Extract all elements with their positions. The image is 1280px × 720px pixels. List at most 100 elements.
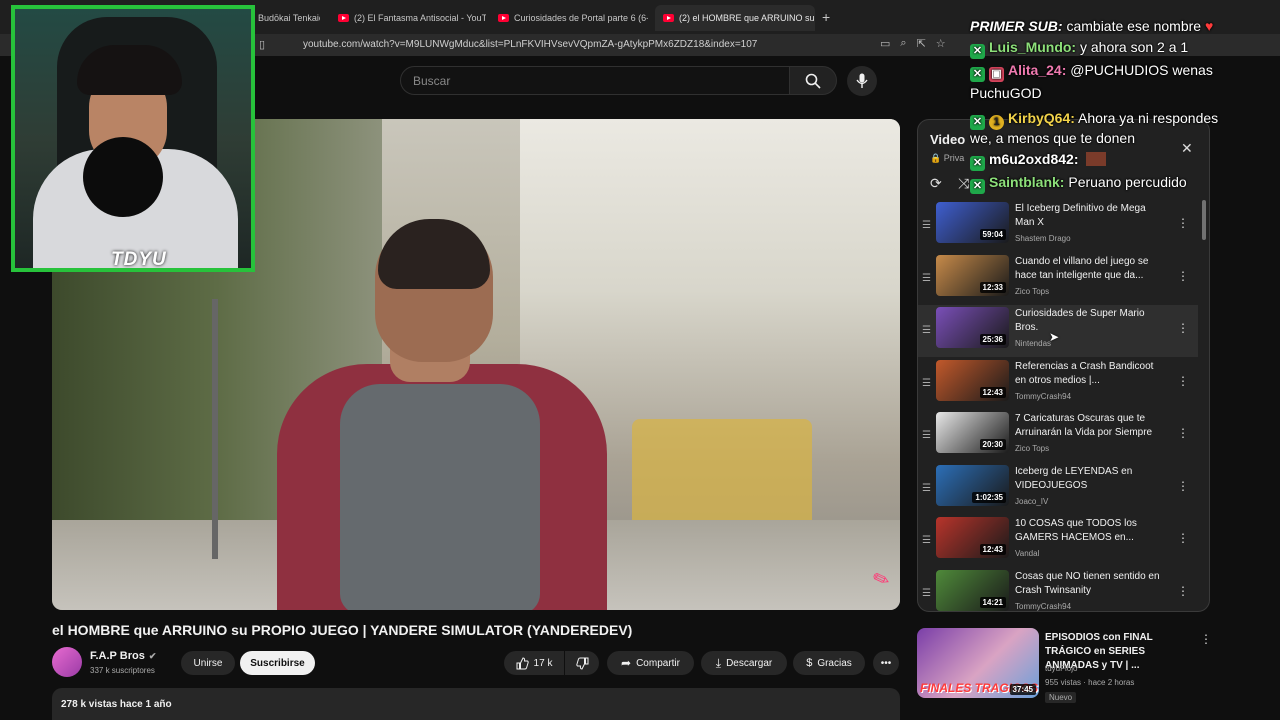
search-button[interactable]: [789, 66, 837, 95]
chat-text: Peruano percudido: [1068, 174, 1187, 190]
playlist-item-title[interactable]: El Iceberg Definitivo de Mega Man X: [1015, 202, 1165, 230]
kebab-menu-icon[interactable]: ⋮: [1200, 632, 1212, 646]
like-icon: [516, 656, 529, 669]
playlist-item[interactable]: ☰ 12:43 Referencias a Crash Bandicoot en o…: [918, 358, 1198, 410]
playlist-item[interactable]: ☰ 14:21 Cosas que NO tienen sentido en Cra…: [918, 568, 1198, 612]
toolbar-icons: ▭ ⌕ ⇱ ☆: [880, 37, 946, 50]
cast-icon[interactable]: ▭: [880, 37, 890, 50]
bookmark-icon[interactable]: ▯: [259, 38, 265, 51]
playlist-item-channel: TommyCrash94: [1015, 601, 1072, 611]
chat-user: KirbyQ64:: [1008, 110, 1075, 126]
dislike-button[interactable]: [565, 651, 599, 675]
chat-text: we, a menos que te donen: [970, 130, 1136, 146]
playlist-item-title[interactable]: 7 Caricaturas Oscuras que te Arruinarán …: [1015, 412, 1165, 440]
chat-message: ✕ Luis_Mundo: y ahora son 2 a 1: [970, 39, 1188, 59]
like-count: 17 k: [533, 657, 553, 669]
video-thumbnail[interactable]: 12:43: [936, 359, 1009, 401]
playlist-item[interactable]: ☰ 12:43 10 COSAS que TODOS los GAMERS HACE…: [918, 515, 1198, 567]
playlist-item-title[interactable]: Curiosidades de Super Mario Bros.: [1015, 307, 1165, 335]
person-backpack: [340, 384, 540, 610]
tab-label: (2) El Fantasma Antisocial - YouTube: [354, 13, 486, 23]
recommendation-channel[interactable]: tdyuFlojo: [1045, 664, 1077, 673]
description-box[interactable]: 278 k vistas hace 1 año: [52, 688, 900, 720]
kebab-menu-icon[interactable]: ⋮: [1177, 584, 1189, 598]
drag-handle-icon[interactable]: ☰: [922, 483, 931, 494]
duration-badge: 20:30: [979, 439, 1006, 450]
playlist-item-title[interactable]: Iceberg de LEYENDAS en VIDEOJUEGOS: [1015, 465, 1165, 493]
tab-1[interactable]: Budōkai Tenkaichi: [258, 6, 320, 30]
video-thumbnail[interactable]: 59:04: [936, 202, 1009, 243]
video-thumbnail[interactable]: 12:33: [936, 254, 1009, 296]
drag-handle-icon[interactable]: ☰: [922, 430, 931, 441]
address-bar[interactable]: youtube.com/watch?v=M9LUNWgMduc&list=PLn…: [303, 39, 757, 50]
subscribe-button[interactable]: Suscribirse: [240, 651, 315, 675]
more-actions-button[interactable]: •••: [873, 651, 899, 675]
playlist-scrollbar[interactable]: [1202, 200, 1206, 240]
playlist-item[interactable]: ☰ 12:33 Cuando el villano del juego se hac…: [918, 253, 1198, 305]
duration-badge: 12:43: [979, 544, 1006, 555]
playlist-item-title[interactable]: 10 COSAS que TODOS los GAMERS HACEMOS en…: [1015, 517, 1165, 545]
youtube-icon: [338, 14, 349, 22]
search-input[interactable]: Buscar: [400, 66, 790, 95]
video-thumbnail[interactable]: 25:36: [936, 307, 1009, 348]
drag-handle-icon[interactable]: ☰: [922, 588, 931, 599]
kebab-menu-icon[interactable]: ⋮: [1177, 269, 1189, 283]
video-thumbnail[interactable]: 20:30: [936, 412, 1009, 453]
join-button[interactable]: Unirse: [181, 651, 235, 675]
share-button[interactable]: ➦ Compartir: [607, 651, 694, 675]
duration-badge: 12:33: [979, 281, 1006, 293]
new-badge: Nuevo: [1045, 692, 1077, 703]
thanks-icon: $: [806, 657, 813, 669]
drag-handle-icon[interactable]: ☰: [922, 378, 931, 389]
playlist-item-channel: Shastem Drago: [1015, 234, 1071, 243]
youtube-icon: [498, 14, 509, 22]
playlist-item-channel: Zico Tops: [1015, 286, 1050, 296]
thanks-button[interactable]: $ Gracias: [793, 651, 865, 675]
view-meta: 278 k vistas hace 1 año: [61, 699, 172, 710]
playlist-item-title[interactable]: Cosas que NO tienen sentido en Crash Twi…: [1015, 570, 1165, 598]
tab-active[interactable]: (2) el HOMBRE que ARRUINO su ✕: [655, 5, 815, 31]
video-thumbnail[interactable]: 1:02:35: [936, 464, 1009, 506]
cam-hair: [77, 45, 182, 95]
playlist-item[interactable]: ☰ 59:04 El Iceberg Definitivo de Mega Man …: [918, 200, 1198, 252]
tab-3[interactable]: Curiosidades de Portal parte 6 (6-6): [498, 6, 648, 30]
recommendation-thumbnail[interactable]: FINALES TRAGICOS 37:45: [917, 628, 1039, 698]
duration-badge: 14:21: [979, 596, 1006, 608]
drag-handle-icon[interactable]: ☰: [922, 535, 931, 546]
kebab-menu-icon[interactable]: ⋮: [1177, 321, 1189, 335]
star-icon[interactable]: ☆: [936, 37, 946, 50]
playlist-item-title[interactable]: Cuando el villano del juego se hace tan …: [1015, 255, 1165, 283]
like-button[interactable]: 17 k: [504, 651, 564, 675]
loop-icon[interactable]: ⟳: [930, 175, 942, 192]
subscribe-label: Suscribirse: [250, 657, 305, 669]
video-thumbnail[interactable]: 12:43: [936, 517, 1009, 558]
recommendation-stats: 955 vistas · hace 2 horas: [1045, 678, 1135, 687]
kebab-menu-icon[interactable]: ⋮: [1177, 216, 1189, 230]
channel-avatar[interactable]: [52, 647, 82, 677]
drag-handle-icon[interactable]: ☰: [922, 273, 931, 284]
download-icon: ⤓: [715, 655, 722, 670]
drag-handle-icon[interactable]: ☰: [922, 220, 931, 231]
tab-2[interactable]: (2) El Fantasma Antisocial - YouTube: [338, 6, 486, 30]
playlist-item-title[interactable]: Referencias a Crash Bandicoot en otros m…: [1015, 360, 1165, 388]
download-button[interactable]: ⤓ Descargar: [701, 651, 787, 675]
subscriber-count: 337 k suscriptores: [90, 666, 155, 675]
zoom-icon[interactable]: ⌕: [900, 37, 906, 50]
playlist-item[interactable]: ☰ 1:02:35 Iceberg de LEYENDAS en VIDEOJUEG…: [918, 463, 1198, 515]
tab-label: (2) el HOMBRE que ARRUINO su: [679, 13, 815, 23]
kebab-menu-icon[interactable]: ⋮: [1177, 426, 1189, 440]
channel-name-row[interactable]: F.A.P Bros ✔: [90, 650, 156, 662]
playlist-item[interactable]: ☰ 20:30 7 Caricaturas Oscuras que te Arrui…: [918, 410, 1198, 462]
chat-message: ✕ m6u2oxd842:: [970, 151, 1107, 171]
voice-search-button[interactable]: [847, 66, 877, 96]
kebab-menu-icon[interactable]: ⋮: [1177, 479, 1189, 493]
kebab-menu-icon[interactable]: ⋮: [1177, 374, 1189, 388]
scene-bus: [632, 419, 812, 529]
download-label: Descargar: [726, 657, 773, 669]
duration-badge: 59:04: [979, 229, 1006, 240]
drag-handle-icon[interactable]: ☰: [922, 325, 931, 336]
kebab-menu-icon[interactable]: ⋮: [1177, 531, 1189, 545]
new-tab-icon[interactable]: +: [822, 9, 830, 25]
video-thumbnail[interactable]: 14:21: [936, 569, 1009, 611]
share-page-icon[interactable]: ⇱: [917, 37, 926, 50]
